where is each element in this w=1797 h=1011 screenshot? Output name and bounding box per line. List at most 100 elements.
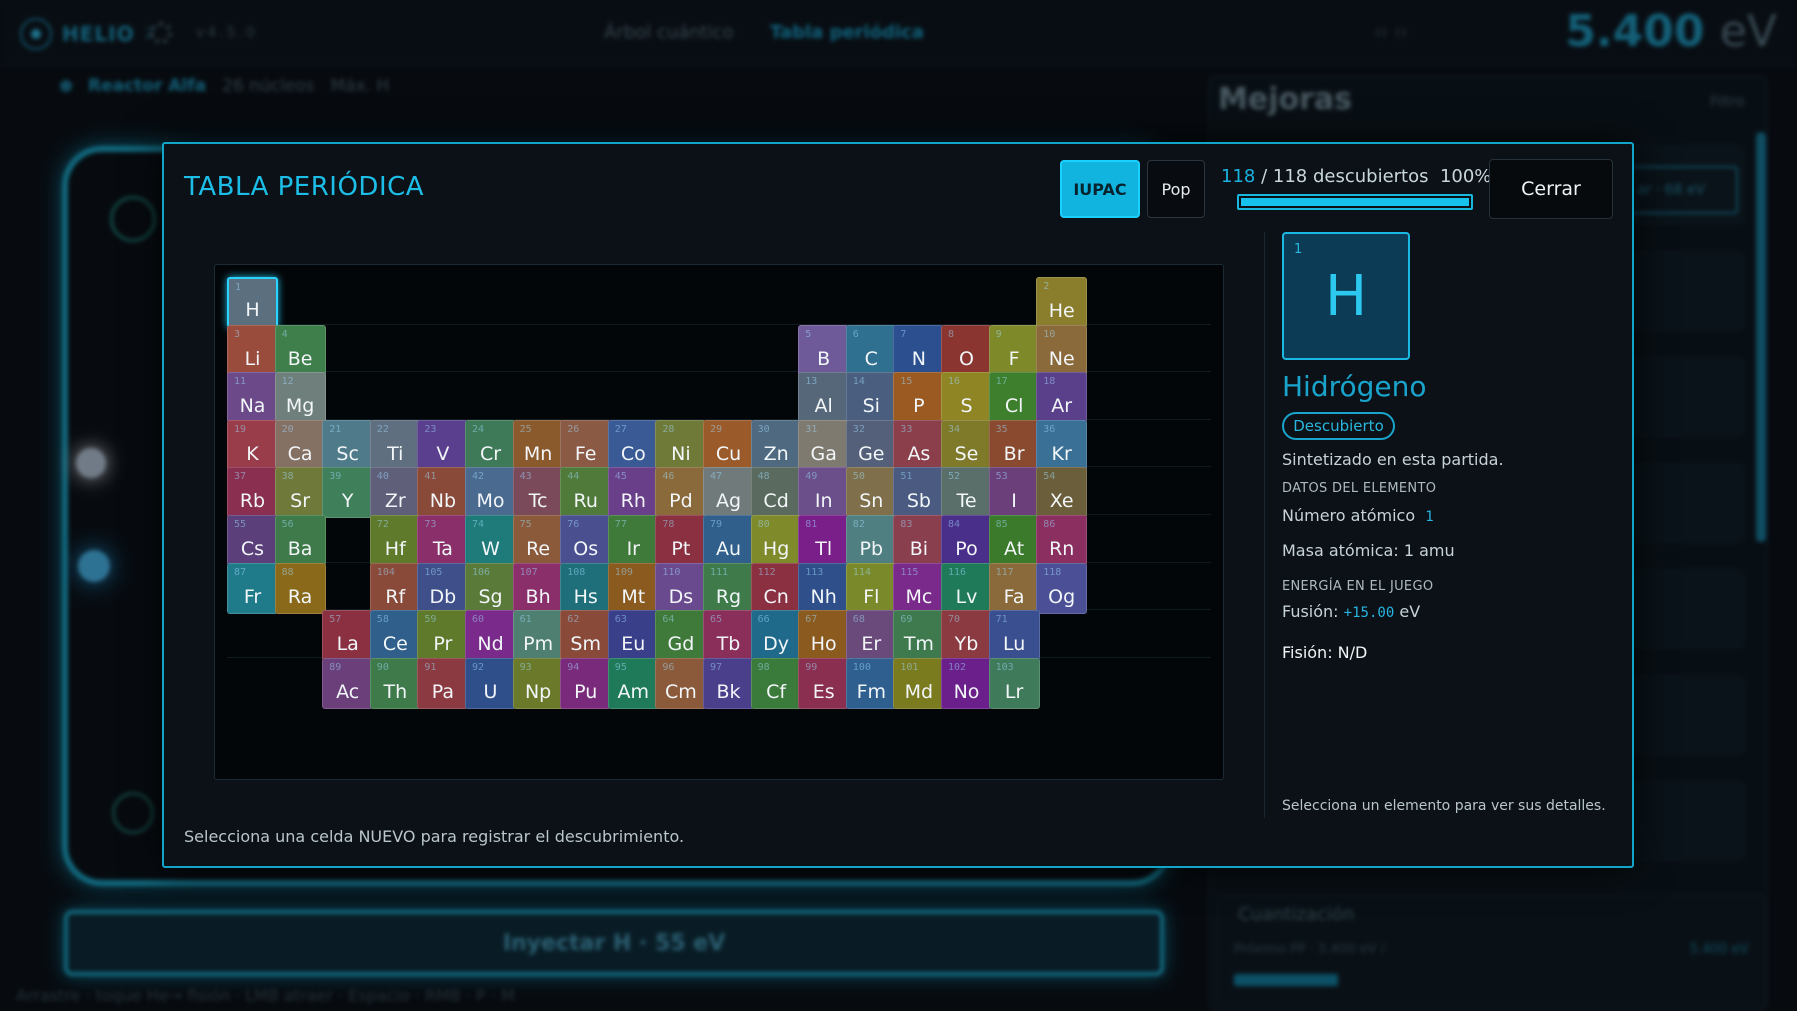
element-cell-ca[interactable]: 20 Ca (274, 419, 326, 471)
element-cell-ho[interactable]: 67 Ho (798, 610, 850, 662)
element-cell-zn[interactable]: 30 Zn (750, 419, 802, 471)
element-cell-cd[interactable]: 48 Cd (750, 467, 802, 519)
element-cell-at[interactable]: 85 At (988, 515, 1040, 566)
element-cell-hs[interactable]: 108 Hs (560, 562, 612, 614)
element-cell-b[interactable]: 5B (798, 324, 850, 376)
element-cell-pa[interactable]: 91 Pa (417, 657, 469, 709)
element-cell-sg[interactable]: 106 Sg (465, 562, 516, 614)
element-cell-kr[interactable]: 36 Kr (1036, 419, 1088, 471)
nucleus-particle[interactable] (78, 550, 110, 582)
element-cell-dy[interactable]: 66 Dy (750, 610, 802, 662)
element-cell-cu[interactable]: 29 Cu (703, 419, 754, 471)
element-cell-xe[interactable]: 54 Xe (1036, 467, 1088, 519)
element-cell-sn[interactable]: 50 Sn (845, 467, 897, 519)
element-cell-v[interactable]: 23 V (417, 419, 469, 471)
element-cell-mc[interactable]: 115 Mc (893, 562, 945, 614)
element-cell-cr[interactable]: 24 Cr (465, 419, 516, 471)
element-cell-lr[interactable]: 103 Lr (988, 657, 1040, 709)
element-cell-pu[interactable]: 94 Pu (560, 657, 612, 709)
element-cell-hg[interactable]: 80 Hg (750, 515, 802, 566)
element-cell-hf[interactable]: 72 Hf (369, 515, 421, 566)
upgrades-scrollbar[interactable] (1756, 132, 1766, 542)
element-cell-os[interactable]: 76 Os (560, 515, 612, 566)
element-cell-u[interactable]: 92 U (465, 657, 516, 709)
element-cell-rb[interactable]: 37 Rb (227, 467, 278, 519)
element-cell-sb[interactable]: 51 Sb (893, 467, 945, 519)
element-cell-ds[interactable]: 110 Ds (655, 562, 707, 614)
element-cell-nb[interactable]: 41 Nb (417, 467, 469, 519)
element-cell-pr[interactable]: 59 Pr (417, 610, 469, 662)
element-cell-be[interactable]: 4 Be (274, 324, 326, 376)
element-cell-er[interactable]: 68 Er (845, 610, 897, 662)
element-cell-po[interactable]: 84 Po (941, 515, 992, 566)
element-cell-ce[interactable]: 58 Ce (369, 610, 421, 662)
element-cell-am[interactable]: 95 Am (607, 657, 659, 709)
element-cell-ar[interactable]: 18 Ar (1036, 372, 1088, 424)
element-cell-au[interactable]: 79 Au (703, 515, 754, 566)
element-cell-he[interactable]: 2 He (1036, 277, 1088, 328)
nucleus-particle[interactable] (76, 448, 106, 478)
element-cell-na[interactable]: 11 Na (227, 372, 278, 424)
element-cell-pb[interactable]: 82 Pb (845, 515, 897, 566)
element-cell-k[interactable]: 19 K (227, 419, 278, 471)
element-cell-sr[interactable]: 38 Sr (274, 467, 326, 519)
element-cell-tc[interactable]: 43 Tc (512, 467, 564, 519)
element-cell-co[interactable]: 27 Co (607, 419, 659, 471)
element-cell-si[interactable]: 14 Si (845, 372, 897, 424)
upgrades-filter[interactable]: Filtro (1710, 94, 1744, 110)
element-cell-mg[interactable]: 12 Mg (274, 372, 326, 424)
tab-periodic-table[interactable]: Tabla periódica (770, 22, 924, 43)
element-cell-se[interactable]: 34 Se (941, 419, 992, 471)
element-cell-i[interactable]: 53 I (988, 467, 1040, 519)
element-cell-p[interactable]: 15 P (893, 372, 945, 424)
element-cell-fa[interactable]: 117 Fa (988, 562, 1040, 614)
element-cell-cs[interactable]: 55 Cs (227, 515, 278, 566)
element-cell-pt[interactable]: 78 Pt (655, 515, 707, 566)
element-cell-np[interactable]: 93 Np (512, 657, 564, 709)
inject-button[interactable]: Inyectar H · 55 eV (64, 910, 1164, 976)
element-cell-ac[interactable]: 89 Ac (322, 657, 374, 709)
element-cell-fl[interactable]: 114 Fl (845, 562, 897, 614)
tab-quantum-tree[interactable]: Árbol cuántico (604, 22, 734, 43)
element-cell-db[interactable]: 105 Db (417, 562, 469, 614)
element-cell-ag[interactable]: 47 Ag (703, 467, 754, 519)
element-cell-ni[interactable]: 28 Ni (655, 419, 707, 471)
reactor-name[interactable]: Reactor Alfa (88, 76, 206, 96)
element-cell-tm[interactable]: 69 Tm (893, 610, 945, 662)
element-cell-rg[interactable]: 111 Rg (703, 562, 754, 614)
element-cell-rh[interactable]: 45 Rh (607, 467, 659, 519)
element-cell-nd[interactable]: 60 Nd (465, 610, 516, 662)
element-cell-n[interactable]: 7N (893, 324, 945, 376)
element-cell-rf[interactable]: 104 Rf (369, 562, 421, 614)
element-cell-s[interactable]: 16 S (941, 372, 992, 424)
element-cell-bh[interactable]: 107 Bh (512, 562, 564, 614)
element-cell-mt[interactable]: 109 Mt (607, 562, 659, 614)
element-cell-tb[interactable]: 65 Tb (703, 610, 754, 662)
element-cell-cf[interactable]: 98 Cf (750, 657, 802, 709)
element-cell-ti[interactable]: 22 Ti (369, 419, 421, 471)
element-cell-yb[interactable]: 70 Yb (941, 610, 992, 662)
element-cell-o[interactable]: 8O (941, 324, 992, 376)
nucleus-ring[interactable] (110, 196, 156, 242)
element-cell-pm[interactable]: 61 Pm (512, 610, 564, 662)
element-cell-ge[interactable]: 32 Ge (845, 419, 897, 471)
element-cell-fr[interactable]: 87 Fr (227, 562, 278, 614)
element-cell-br[interactable]: 35 Br (988, 419, 1040, 471)
element-cell-ta[interactable]: 73 Ta (417, 515, 469, 566)
element-cell-mn[interactable]: 25 Mn (512, 419, 564, 471)
element-cell-te[interactable]: 52 Te (941, 467, 992, 519)
element-cell-lu[interactable]: 71 Lu (988, 610, 1040, 662)
element-cell-as[interactable]: 33 As (893, 419, 945, 471)
gear-icon[interactable] (150, 22, 172, 44)
pop-toggle-button[interactable]: Pop (1147, 160, 1205, 218)
element-cell-y[interactable]: 39 Y (322, 467, 374, 519)
element-cell-zr[interactable]: 40 Zr (369, 467, 421, 519)
element-cell-ne[interactable]: 10 Ne (1036, 324, 1088, 376)
element-cell-bk[interactable]: 97 Bk (703, 657, 754, 709)
element-cell-rn[interactable]: 86 Rn (1036, 515, 1088, 566)
element-cell-og[interactable]: 118 Og (1036, 562, 1088, 614)
nucleus-ring[interactable] (112, 792, 154, 834)
element-cell-w[interactable]: 74 W (465, 515, 516, 566)
element-cell-cl[interactable]: 17 Cl (988, 372, 1040, 424)
element-cell-eu[interactable]: 63 Eu (607, 610, 659, 662)
